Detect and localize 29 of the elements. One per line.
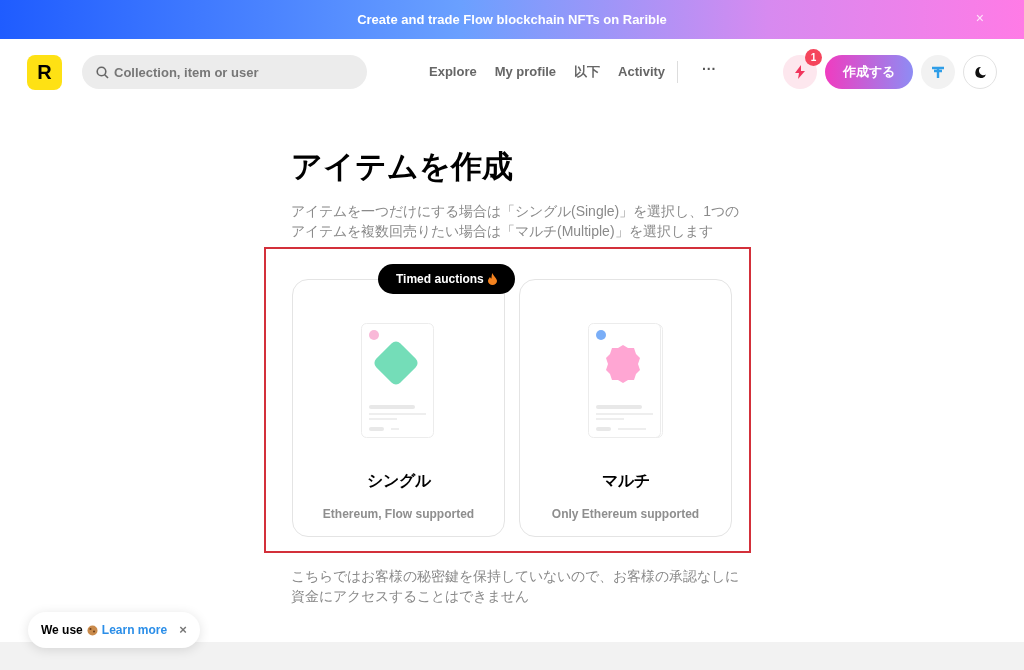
close-button[interactable]: × — [179, 620, 187, 640]
option-subtitle: Ethereum, Flow supported — [322, 506, 475, 523]
notification-count: 1 — [805, 49, 822, 66]
notifications-button[interactable] — [783, 55, 817, 89]
nav-link[interactable]: Activity — [618, 62, 666, 82]
search-field[interactable]: Collection, item or user — [82, 55, 367, 89]
badge-text: Timed auctions — [396, 271, 484, 288]
flame-icon — [487, 273, 497, 285]
wallet-button[interactable] — [921, 55, 955, 89]
option-title: シングル — [366, 471, 431, 491]
wallet-logo-icon — [931, 65, 945, 79]
lightning-icon — [795, 65, 805, 79]
logo[interactable]: R — [27, 54, 62, 90]
page-description: アイテムを一つだけにする場合は「シングル(Single)」を選択し、1つのアイテムを複数回売りたい場合は「マルチ(Multiple)」を選択します — [291, 202, 741, 241]
create-button[interactable]: 作成する — [825, 55, 913, 89]
nav-link[interactable]: Explore — [429, 62, 477, 82]
cookie-icon — [86, 624, 98, 636]
moon-icon — [974, 66, 986, 78]
learn-more-link[interactable]: Learn more — [101, 621, 168, 639]
page-title: アイテムを作成 — [291, 148, 514, 186]
search-icon — [96, 66, 109, 79]
security-note: こちらではお客様の秘密鍵を保持していないので、お客様の承認なしに資金にアクセスすることはできません — [291, 567, 740, 606]
option-subtitle: Only Ethereum supported — [551, 506, 700, 523]
nav-link[interactable]: My profile — [494, 62, 557, 82]
more-button[interactable]: ··· — [702, 58, 717, 80]
cookie-text: We use — [41, 622, 83, 639]
nav-link[interactable]: 以下 — [574, 62, 601, 82]
banner-text: Create and trade Flow blockchain NFTs on Rarible — [357, 10, 667, 29]
option-title: マルチ — [601, 471, 650, 491]
